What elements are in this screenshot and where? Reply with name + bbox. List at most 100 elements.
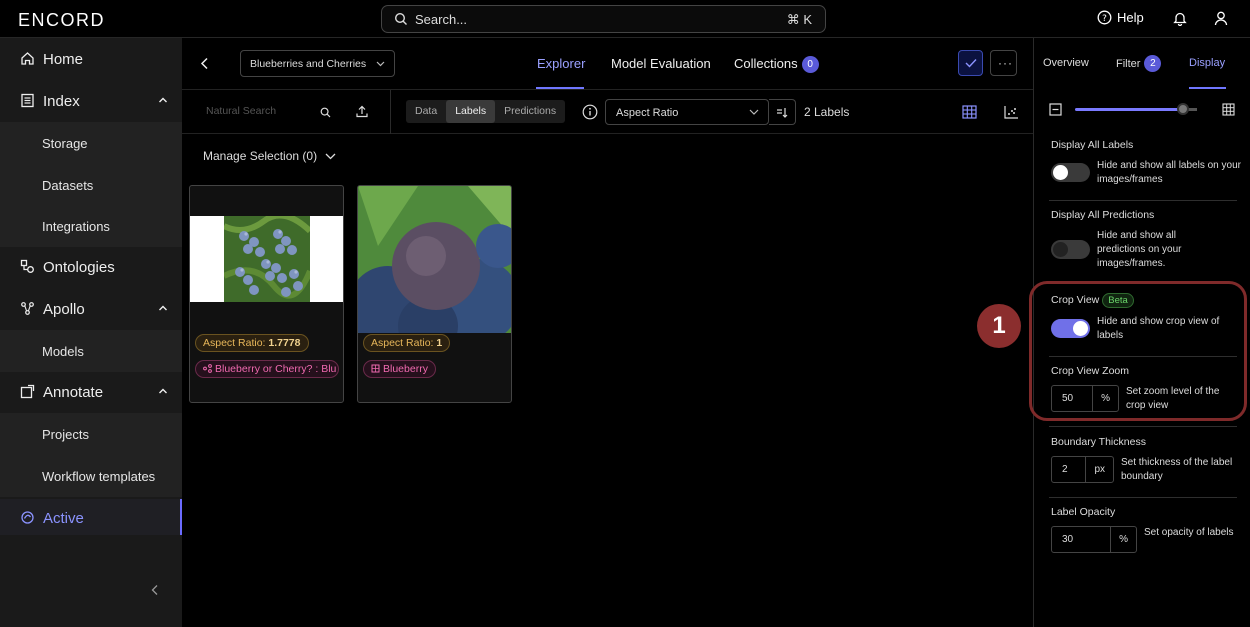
search-icon[interactable] <box>320 107 331 118</box>
blueberry-closeup-image <box>358 186 511 333</box>
chevron-up-icon <box>159 388 167 394</box>
chevron-up-icon <box>159 97 167 103</box>
grid-size-icon[interactable] <box>1222 103 1235 116</box>
upload-icon[interactable] <box>356 105 368 118</box>
annotate-icon <box>20 384 35 399</box>
boundary-thickness-unit: px <box>1085 457 1113 482</box>
sidebar-item-home[interactable]: Home <box>0 38 182 80</box>
card-thumbnail-blueberry-bush <box>190 216 343 302</box>
active-icon <box>21 511 34 524</box>
sidebar-item-models[interactable]: Models <box>0 330 182 372</box>
aspect-ratio-tag: Aspect Ratio: 1 <box>363 334 451 352</box>
natural-search-input[interactable]: Natural Search <box>206 105 276 117</box>
classification-icon <box>203 364 212 373</box>
tab-active-underline <box>1189 87 1226 89</box>
sort-by-select[interactable]: Aspect Ratio <box>605 99 769 125</box>
thumbnail-size-slider-track[interactable] <box>1075 108 1185 111</box>
display-all-labels-title: Display All Labels <box>1051 139 1134 151</box>
display-all-labels-toggle[interactable] <box>1051 163 1090 182</box>
segment-predictions[interactable]: Predictions <box>495 100 565 123</box>
logo[interactable]: ENCORD <box>18 10 105 31</box>
toolbar-divider <box>390 90 391 134</box>
class-tag: Blueberry or Cherry? : Blu <box>195 360 339 378</box>
scatter-view-icon[interactable] <box>1004 105 1019 119</box>
bounding-box-icon <box>371 364 380 373</box>
divider <box>1049 497 1237 498</box>
grid-view-icon[interactable] <box>962 105 977 119</box>
tab-collections-label: Collections <box>734 56 798 71</box>
sidebar-item-datasets[interactable]: Datasets <box>0 164 182 206</box>
tab-model-evaluation[interactable]: Model Evaluation <box>611 56 711 71</box>
more-icon: ··· <box>998 56 1013 70</box>
dataset-select[interactable]: Blueberries and Cherries <box>240 50 395 77</box>
explorer-toolbar: Natural Search Data Labels Predictions A… <box>182 90 1033 134</box>
sort-icon <box>777 108 788 118</box>
display-all-predictions-desc: Hide and show all predictions on your im… <box>1097 230 1182 269</box>
aspect-ratio-tag: Aspect Ratio: 1.7778 <box>195 334 309 352</box>
boundary-thickness-input[interactable]: 2 px <box>1051 456 1114 483</box>
sidebar-item-projects[interactable]: Projects <box>0 413 182 455</box>
tab-collections[interactable]: Collections 0 <box>734 56 819 73</box>
more-options-button[interactable]: ··· <box>990 50 1017 76</box>
sidebar-item-integrations[interactable]: Integrations <box>0 205 182 247</box>
segment-data[interactable]: Data <box>406 100 446 123</box>
back-icon[interactable] <box>200 57 209 70</box>
label-card-2[interactable]: Aspect Ratio: 1 Blueberry <box>357 185 512 403</box>
callout-marker: 1 <box>977 304 1021 348</box>
chevron-down-icon <box>325 153 336 159</box>
label-opacity-unit: % <box>1110 527 1136 552</box>
divider <box>1049 426 1237 427</box>
label-count: 2 Labels <box>804 105 850 119</box>
sort-direction-button[interactable] <box>769 99 796 125</box>
label-opacity-input[interactable]: 30 % <box>1051 526 1137 553</box>
info-icon[interactable] <box>582 104 598 120</box>
sidebar-item-index[interactable]: Index <box>0 80 182 122</box>
filter-count-badge: 2 <box>1144 55 1162 72</box>
collapse-sidebar-icon[interactable] <box>150 584 160 596</box>
sidebar-item-annotate[interactable]: Annotate <box>0 371 182 413</box>
bell-icon[interactable] <box>1173 11 1187 26</box>
display-all-labels-desc: Hide and show all labels on your images/… <box>1097 160 1241 185</box>
chevron-down-icon <box>376 61 385 67</box>
search-placeholder: Search... <box>415 12 468 27</box>
zoom-out-icon[interactable] <box>1049 103 1062 116</box>
tab-explorer[interactable]: Explorer <box>537 56 585 71</box>
data-type-segmented-control: Data Labels Predictions <box>406 100 566 123</box>
display-all-predictions-toggle[interactable] <box>1051 240 1090 259</box>
help-icon: ? <box>1097 10 1112 25</box>
divider <box>1049 200 1237 201</box>
manage-selection-label: Manage Selection (0) <box>203 149 318 163</box>
search-bar[interactable]: Search... ⌘ K <box>381 5 826 33</box>
segment-labels[interactable]: Labels <box>446 100 496 123</box>
tab-active-underline <box>536 87 584 89</box>
label-card-1[interactable]: Aspect Ratio: 1.7778 Blueberry or Cherry… <box>189 185 344 403</box>
chevron-up-icon <box>159 305 167 311</box>
select-mode-button[interactable] <box>958 50 983 76</box>
boundary-thickness-title: Boundary Thickness <box>1051 436 1146 448</box>
boundary-thickness-value: 2 <box>1062 464 1068 475</box>
manage-selection-dropdown[interactable]: Manage Selection (0) <box>203 149 336 163</box>
tab-display[interactable]: Display <box>1189 57 1225 69</box>
toggle-knob <box>1053 242 1068 257</box>
apollo-icon <box>21 302 34 315</box>
class-tag: Blueberry <box>363 360 436 378</box>
crop-view-highlight <box>1029 281 1247 421</box>
help-button[interactable]: ? Help <box>1097 10 1144 25</box>
index-icon <box>21 93 34 108</box>
thumbnail-size-slider-thumb[interactable] <box>1177 103 1189 115</box>
label-opacity-title: Label Opacity <box>1051 506 1116 518</box>
sidebar-item-active[interactable]: Active <box>0 499 182 535</box>
tab-overview[interactable]: Overview <box>1043 57 1089 69</box>
sidebar-item-storage[interactable]: Storage <box>0 122 182 164</box>
sidebar-item-apollo[interactable]: Apollo <box>0 288 182 330</box>
tab-filter[interactable]: Filter 2 <box>1116 55 1162 72</box>
ontologies-icon <box>20 259 34 273</box>
label-opacity-desc: Set opacity of labels <box>1144 527 1234 538</box>
search-icon <box>394 12 407 25</box>
sidebar-item-ontologies[interactable]: Ontologies <box>0 246 182 288</box>
label-opacity-value: 30 <box>1062 534 1074 545</box>
user-icon[interactable] <box>1214 11 1228 26</box>
top-bar: ENCORD Search... ⌘ K ? Help <box>0 0 1250 38</box>
home-icon <box>21 52 34 65</box>
sidebar-item-workflow-templates[interactable]: Workflow templates <box>0 455 182 497</box>
